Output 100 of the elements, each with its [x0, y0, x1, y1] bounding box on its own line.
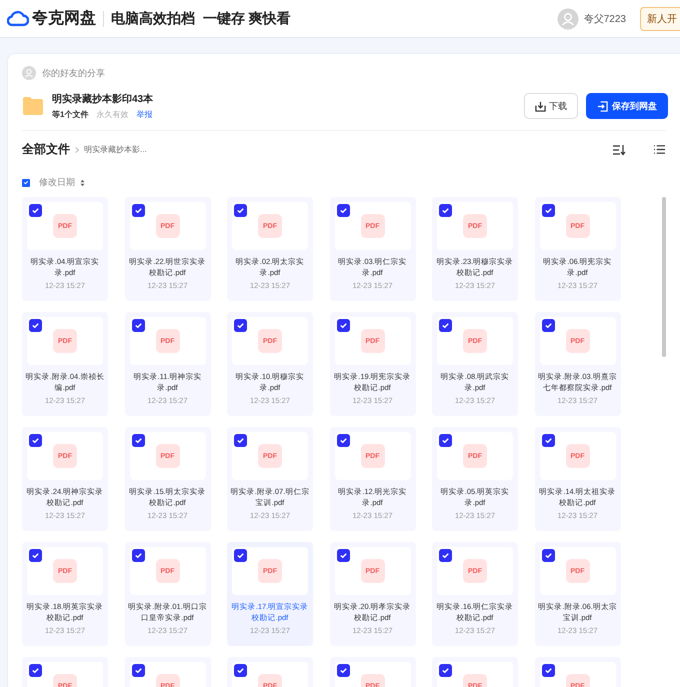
pdf-file-icon [360, 214, 384, 238]
file-checkbox[interactable] [542, 204, 554, 217]
checkmark-icon [31, 321, 40, 330]
pdf-file-icon [53, 559, 77, 583]
pdf-file-icon [156, 559, 180, 583]
pdf-file-icon [258, 329, 282, 353]
file-checkbox[interactable] [29, 319, 42, 332]
save-button[interactable]: 保存到网盘 [586, 93, 668, 119]
pdf-file-icon [258, 559, 282, 583]
avatar-icon [22, 66, 36, 80]
file-checkbox[interactable] [336, 319, 350, 332]
checkmark-icon [338, 436, 348, 445]
pdf-file-icon [53, 329, 77, 353]
username[interactable]: 夸父7223 [584, 12, 626, 26]
checkmark-icon [544, 321, 552, 330]
checkmark-icon [441, 436, 450, 445]
file-checkbox[interactable] [234, 434, 247, 447]
checkmark-icon [134, 436, 142, 445]
folder-icon [22, 96, 44, 116]
checkmark-icon [338, 321, 348, 330]
checkmark-icon [441, 666, 450, 675]
checkmark-icon [31, 436, 40, 445]
share-title: 明实录藏抄本影印43本 [52, 92, 154, 106]
pdf-file-icon [156, 329, 180, 353]
checkmark-icon [236, 436, 245, 445]
pdf-file-icon [53, 214, 77, 238]
file-checkbox[interactable] [336, 549, 350, 562]
file-checkbox[interactable] [336, 664, 350, 677]
file-checkbox[interactable] [542, 664, 554, 677]
file-checkbox[interactable] [234, 204, 247, 217]
logo-text[interactable]: 夸克网盘 [32, 8, 96, 29]
file-checkbox[interactable] [132, 204, 144, 217]
pdf-file-icon [258, 214, 282, 238]
pdf-file-icon [566, 559, 590, 583]
pdf-file-icon [156, 214, 180, 238]
breadcrumb-root[interactable]: 全部文件 [22, 141, 70, 158]
checkmark-icon [31, 206, 40, 215]
file-checkbox[interactable] [234, 549, 247, 562]
file-checkbox[interactable] [439, 434, 452, 447]
file-count: 等1个文件 [52, 109, 88, 120]
pdf-file-icon [360, 444, 384, 468]
checkmark-icon [31, 551, 40, 560]
checkmark-icon [236, 551, 245, 560]
cloud-logo-icon [7, 10, 29, 27]
file-checkbox[interactable] [132, 549, 144, 562]
chevron-icon [75, 146, 79, 152]
checkmark-icon [544, 436, 552, 445]
checkmark-icon [544, 206, 552, 215]
pdf-file-icon [258, 444, 282, 468]
file-checkbox[interactable] [542, 319, 554, 332]
pdf-file-icon [360, 559, 384, 583]
pdf-file-icon [566, 444, 590, 468]
pdf-file-icon [566, 214, 590, 238]
list-view-icon[interactable] [653, 144, 666, 155]
file-checkbox[interactable] [234, 664, 247, 677]
sort-label[interactable]: 修改日期 [39, 176, 75, 189]
pdf-file-icon [463, 329, 487, 353]
file-checkbox[interactable] [234, 319, 247, 332]
checkmark-icon [338, 206, 348, 215]
checkmark-icon [236, 206, 245, 215]
slogan: 电脑高效拍档 一键存 爽快看 [111, 10, 291, 28]
checkmark-icon [134, 666, 142, 675]
sort-icon[interactable] [612, 144, 626, 156]
file-checkbox[interactable] [29, 434, 42, 447]
file-checkbox[interactable] [542, 434, 554, 447]
checkmark-icon [338, 666, 348, 675]
checkmark-icon [236, 666, 245, 675]
sort-arrows-icon[interactable] [80, 178, 85, 186]
file-checkbox[interactable] [336, 434, 350, 447]
checkmark-icon [236, 321, 245, 330]
pdf-file-icon [566, 329, 590, 353]
validity-text: 永久有效 [96, 109, 128, 120]
file-checkbox[interactable] [439, 549, 452, 562]
file-checkbox[interactable] [132, 434, 144, 447]
file-checkbox[interactable] [29, 549, 42, 562]
download-button[interactable]: 下载 [524, 93, 578, 119]
pdf-file-icon [463, 214, 487, 238]
file-checkbox[interactable] [439, 664, 452, 677]
file-checkbox[interactable] [29, 204, 42, 217]
download-icon [535, 100, 546, 112]
file-checkbox[interactable] [336, 204, 350, 217]
pdf-file-icon [156, 444, 180, 468]
checkmark-icon [31, 666, 40, 675]
file-checkbox[interactable] [132, 319, 144, 332]
file-checkbox[interactable] [132, 664, 144, 677]
file-checkbox[interactable] [542, 549, 554, 562]
checkmark-icon [134, 321, 142, 330]
file-checkbox[interactable] [439, 319, 452, 332]
promo-button[interactable]: 新人开 [640, 6, 680, 30]
breadcrumb-current[interactable]: 明实录藏抄本影... [84, 144, 147, 155]
save-icon [597, 100, 608, 112]
checkmark-icon [544, 551, 552, 560]
pdf-file-icon [463, 559, 487, 583]
file-checkbox[interactable] [439, 204, 452, 217]
checkmark-icon [134, 551, 142, 560]
report-link[interactable]: 举报 [136, 109, 152, 120]
file-checkbox[interactable] [29, 664, 42, 677]
checkmark-icon [441, 321, 450, 330]
pdf-file-icon [463, 444, 487, 468]
select-all-checkbox[interactable] [22, 178, 30, 186]
